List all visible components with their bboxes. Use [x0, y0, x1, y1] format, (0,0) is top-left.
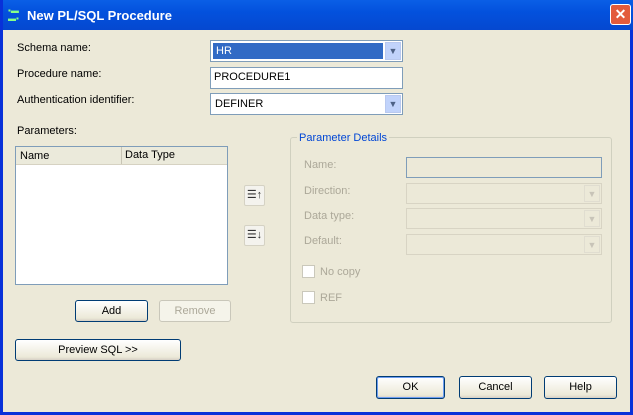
help-button[interactable]: Help — [544, 376, 617, 399]
move-up-icon: ☰↑ — [246, 189, 263, 201]
chevron-down-icon: ▼ — [584, 210, 600, 227]
title-bar: ▪▬ ▬▪ New PL/SQL Procedure ✕ — [3, 0, 633, 30]
nocopy-checkbox[interactable] — [302, 265, 315, 278]
default-select[interactable]: ▼ — [406, 234, 602, 255]
nocopy-label: No copy — [320, 266, 361, 278]
table-header: Name Data Type — [16, 147, 227, 165]
preview-sql-button[interactable]: Preview SQL >> — [15, 339, 181, 361]
close-button[interactable]: ✕ — [610, 4, 631, 25]
remove-button[interactable]: Remove — [159, 300, 231, 322]
sql-procedure-icon: ▪▬ ▬▪ — [8, 6, 19, 23]
schema-select[interactable]: HR ▼ — [210, 40, 403, 62]
auth-select[interactable]: DEFINER ▼ — [210, 93, 403, 115]
param-name-label: Name: — [304, 159, 337, 171]
parameter-details-title: Parameter Details — [297, 132, 390, 144]
ref-checkbox[interactable] — [302, 291, 315, 304]
close-icon: ✕ — [614, 6, 627, 22]
schema-value: HR — [213, 43, 383, 59]
datatype-label: Data type: — [304, 210, 355, 222]
chevron-down-icon: ▼ — [584, 185, 600, 202]
default-label: Default: — [304, 235, 342, 247]
chevron-down-icon[interactable]: ▼ — [385, 42, 401, 60]
chevron-down-icon: ▼ — [584, 236, 600, 253]
ok-button[interactable]: OK — [376, 376, 445, 399]
column-header-name[interactable]: Name — [20, 150, 49, 162]
add-button[interactable]: Add — [75, 300, 148, 322]
auth-value: DEFINER — [215, 98, 264, 110]
move-down-button[interactable]: ☰↓ — [244, 225, 265, 246]
procedure-name-input[interactable]: PROCEDURE1 — [210, 67, 403, 89]
schema-label: Schema name: — [17, 42, 91, 54]
parameters-label: Parameters: — [17, 125, 77, 137]
move-up-button[interactable]: ☰↑ — [244, 185, 265, 206]
parameters-table[interactable]: Name Data Type — [15, 146, 228, 285]
dialog-title: New PL/SQL Procedure — [27, 8, 172, 23]
cancel-button[interactable]: Cancel — [459, 376, 532, 399]
ref-label: REF — [320, 292, 342, 304]
column-header-data-type[interactable]: Data Type — [121, 147, 175, 164]
procedure-label: Procedure name: — [17, 68, 102, 80]
auth-label: Authentication identifier: — [17, 94, 135, 106]
datatype-select[interactable]: ▼ — [406, 208, 602, 229]
direction-select[interactable]: ▼ — [406, 183, 602, 204]
param-name-input[interactable] — [406, 157, 602, 178]
direction-label: Direction: — [304, 185, 351, 197]
move-down-icon: ☰↓ — [246, 229, 263, 241]
chevron-down-icon[interactable]: ▼ — [385, 95, 401, 113]
